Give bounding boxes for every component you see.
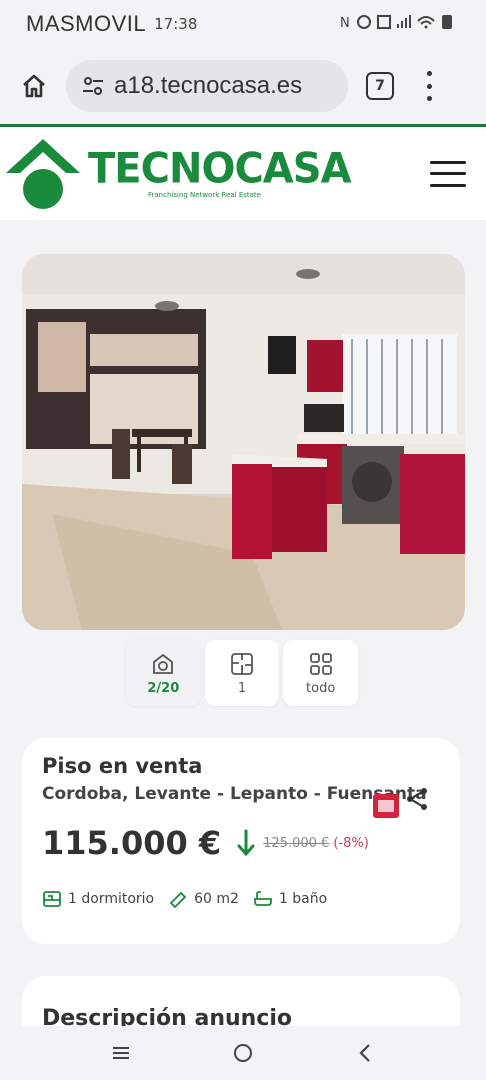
- carrier-name: MASMOVIL: [26, 11, 147, 36]
- address-bar[interactable]: a18.tecnocasa.es: [66, 60, 348, 112]
- home-icon[interactable]: [16, 68, 52, 104]
- bed-icon: [43, 891, 61, 907]
- status-bar: MASMOVIL 17:38 N: [0, 0, 486, 48]
- listing-type: Piso en venta: [42, 754, 203, 778]
- recent-apps-icon[interactable]: [101, 1033, 141, 1073]
- system-icons: N: [340, 13, 460, 35]
- listing-features: 1 dormitorio 60 m2 1 baño: [42, 890, 440, 908]
- feature-bathrooms: 1 baño: [253, 890, 327, 908]
- feature-bedrooms: 1 dormitorio: [42, 890, 154, 908]
- floor-plan-button[interactable]: 1: [204, 640, 280, 706]
- system-nav-bar: [0, 1026, 486, 1080]
- bath-icon: [254, 891, 272, 906]
- tabs-icon[interactable]: 7: [366, 72, 394, 100]
- view-all-label: todo: [306, 680, 336, 696]
- photo-counter-label: 2/20: [147, 680, 180, 696]
- feature-bedrooms-text: 1 dormitorio: [68, 891, 155, 907]
- site-header: TECNOCASA Franchising Network Real Estat…: [0, 124, 486, 220]
- floor-plan-label: 1: [237, 680, 247, 696]
- feature-bathrooms-text: 1 baño: [278, 891, 328, 907]
- view-all-button[interactable]: todo: [283, 640, 359, 706]
- back-icon[interactable]: [345, 1033, 385, 1073]
- share-icon[interactable]: [404, 786, 430, 812]
- ruler-icon: [169, 891, 187, 908]
- status-icons-group: N: [340, 15, 452, 31]
- discount-badge: (-8%): [333, 835, 369, 851]
- old-price: 125.000 €: [263, 835, 330, 851]
- hamburger-menu-icon[interactable]: [430, 160, 466, 187]
- svg-text:N: N: [340, 16, 353, 31]
- price-drop-arrow-icon: [237, 829, 255, 857]
- property-photo[interactable]: [22, 254, 465, 630]
- home-circle-icon[interactable]: [223, 1033, 263, 1073]
- photo-counter-button[interactable]: 2/20: [126, 640, 201, 706]
- grid-icon: [309, 652, 332, 675]
- clock: 17:38: [154, 15, 198, 33]
- brand-name: TECNOCASA: [88, 144, 352, 193]
- pdf-download-icon[interactable]: [370, 790, 404, 822]
- browser-toolbar: a18.tecnocasa.es 7: [0, 48, 486, 124]
- more-vert-icon[interactable]: [424, 71, 434, 101]
- site-settings-icon[interactable]: [80, 73, 106, 99]
- gallery-controls: 2/20 1 todo: [126, 640, 359, 706]
- tab-count: 7: [375, 78, 385, 94]
- photo-camera-icon: [153, 653, 174, 674]
- tecnocasa-logo[interactable]: TECNOCASA Franchising Network Real Estat…: [4, 135, 352, 213]
- kitchen-photo-illustration: [22, 254, 465, 630]
- logo-house-icon: [6, 138, 80, 209]
- listing-card: Piso en venta Cordoba, Levante - Lepanto…: [22, 738, 460, 944]
- floor-plan-icon: [231, 652, 253, 675]
- feature-area-text: 60 m2: [194, 891, 239, 907]
- feature-area: 60 m2: [168, 890, 239, 908]
- listing-price: 115.000 €: [42, 824, 222, 862]
- url-text: a18.tecnocasa.es: [114, 72, 303, 99]
